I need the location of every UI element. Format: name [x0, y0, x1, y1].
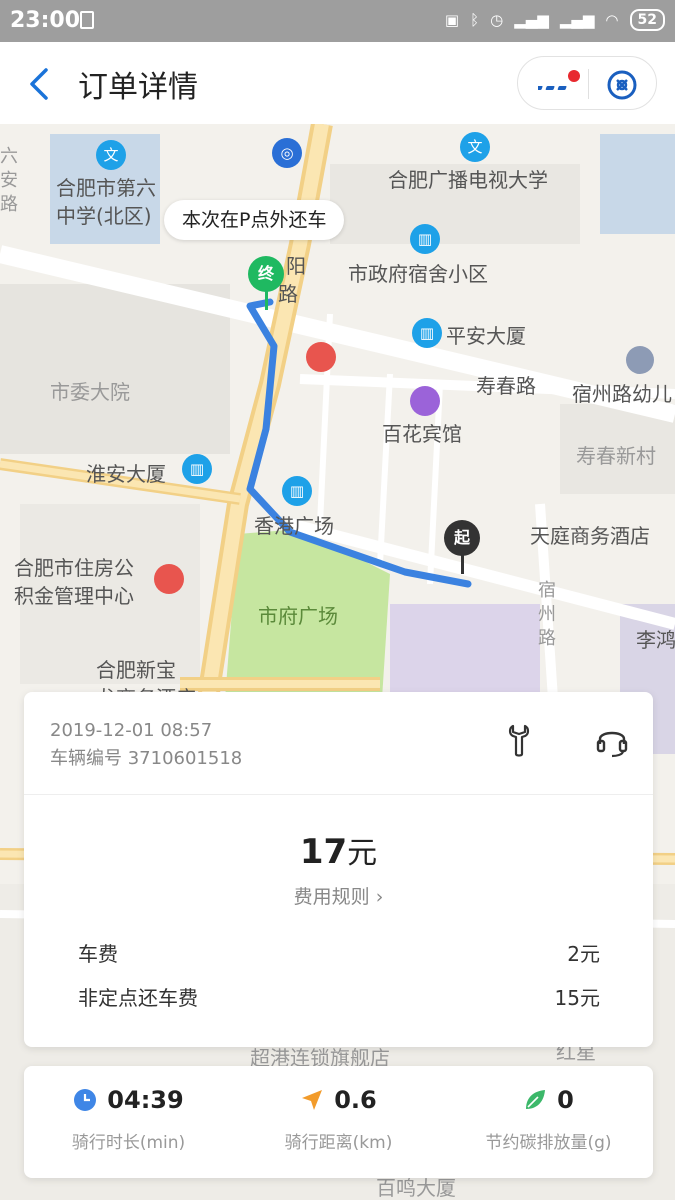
end-pin[interactable]: 终	[248, 256, 284, 292]
more-icon[interactable]	[538, 69, 582, 99]
map-label: 百花宾馆	[382, 422, 462, 446]
map-label: 中学(北区)	[56, 204, 152, 228]
start-pin-stick	[461, 554, 464, 574]
fee-name: 非定点还车费	[78, 986, 198, 1010]
status-time: 23:00	[10, 8, 81, 33]
headset-icon[interactable]	[596, 724, 628, 758]
carbon-label: 节约碳排放量(g)	[485, 1133, 612, 1153]
map-label: 市府广场	[258, 604, 338, 628]
end-pin-stick	[265, 290, 268, 310]
map-label: 路	[538, 628, 556, 649]
carbon-value: 0	[557, 1086, 574, 1114]
battery-icon: 52	[629, 9, 665, 31]
status-bar: 23:00 ▣ ᛒ ◷ ▂▄▆ ▂▄▆ ◠ 52	[0, 0, 675, 42]
status-icons: ▣ ᛒ ◷ ▂▄▆ ▂▄▆ ◠ 52	[445, 9, 665, 31]
map-label: 合肥新宝	[96, 658, 176, 682]
back-icon[interactable]	[24, 64, 54, 104]
card-divider	[24, 794, 653, 795]
leaf-icon	[526, 1090, 546, 1109]
bank-icon	[306, 342, 336, 372]
map-label: 淮安大厦	[86, 462, 166, 486]
order-cost-card: 2019-12-01 08:57 车辆编号 3710601518 17元 费用规…	[24, 692, 653, 1047]
school-icon: 文	[460, 132, 490, 162]
map-label: 市政府宿舍小区	[348, 262, 488, 286]
ride-stats-card: 04:39 骑行时长(min) 0.6 骑行距离(km) 0 节约碳排放量(g)	[24, 1066, 653, 1178]
alarm-icon: ◷	[490, 11, 504, 29]
map-label: 平安大厦	[446, 324, 526, 348]
total-amount: 17元	[24, 828, 653, 872]
building-icon: ▥	[282, 476, 312, 506]
wifi-icon: ◠	[605, 11, 619, 29]
app-header: 订单详情	[0, 42, 675, 124]
duration-value: 04:39	[107, 1086, 184, 1114]
distance-value: 0.6	[334, 1086, 377, 1114]
map-label: 六	[0, 146, 18, 167]
return-notice-bubble: 本次在P点外还车	[164, 200, 345, 240]
fee-name: 车费	[78, 942, 118, 966]
mini-program-capsule	[517, 56, 657, 110]
map-label: 香港广场	[254, 514, 334, 538]
vehicle-number: 车辆编号 3710601518	[50, 748, 243, 769]
stat-carbon: 0 节约碳排放量(g)	[444, 1086, 653, 1153]
map-label: 寿春新村	[576, 444, 656, 468]
signal2-icon: ▂▄▆	[559, 11, 595, 29]
building-icon: ▥	[182, 454, 212, 484]
start-pin[interactable]: 起	[444, 520, 480, 556]
map-label: 李鸿	[636, 628, 675, 652]
bluetooth-icon: ᛒ	[470, 11, 480, 29]
map-label: 寿春路	[476, 374, 536, 398]
sim-icon: ▣	[444, 11, 460, 29]
map-label: 路	[0, 194, 18, 215]
map-label: 积金管理中心	[14, 584, 134, 608]
map-label: 安	[0, 170, 18, 191]
fee-row: 车费 2元	[78, 938, 600, 967]
stat-distance: 0.6 骑行距离(km)	[234, 1086, 443, 1153]
clock-icon	[74, 1089, 97, 1111]
duration-label: 骑行时长(min)	[71, 1133, 186, 1153]
fee-amount: 15元	[554, 986, 600, 1010]
fee-amount: 2元	[567, 942, 600, 966]
map-label: 州	[538, 604, 556, 625]
map-label: 合肥市第六	[56, 176, 156, 200]
navigation-arrow-icon	[302, 1090, 323, 1110]
wrench-icon[interactable]	[506, 722, 532, 758]
map-label: 市委大院	[50, 380, 130, 404]
capsule-divider	[588, 69, 589, 99]
kindergarten-icon	[626, 346, 654, 374]
total-amount-value: 17	[299, 832, 348, 872]
distance-label: 骑行距离(km)	[284, 1133, 393, 1153]
hotel-icon	[410, 386, 440, 416]
government-icon	[154, 564, 184, 594]
map-label: 阳	[286, 254, 306, 278]
metro-icon: ◎	[272, 138, 302, 168]
signal-icon: ▂▄▆	[514, 11, 549, 29]
building-icon: ▥	[410, 224, 440, 254]
close-icon[interactable]	[604, 67, 640, 103]
map-label: 合肥广播电视大学	[388, 168, 548, 192]
fee-row: 非定点还车费 15元	[78, 982, 600, 1011]
building-icon: ▥	[412, 318, 442, 348]
fee-rules-link[interactable]: 费用规则 ›	[24, 882, 653, 909]
map-label: 合肥市住房公	[14, 556, 134, 580]
order-datetime: 2019-12-01 08:57	[50, 720, 213, 741]
map-label: 天庭商务酒店	[530, 524, 650, 548]
total-amount-unit: 元	[347, 836, 378, 871]
page-title: 订单详情	[78, 70, 198, 105]
map-label: 宿州路幼儿	[572, 382, 672, 406]
notification-icon	[80, 11, 94, 29]
stat-duration: 04:39 骑行时长(min)	[24, 1086, 233, 1153]
map-label: 宿	[538, 580, 556, 601]
school-icon: 文	[96, 140, 126, 170]
